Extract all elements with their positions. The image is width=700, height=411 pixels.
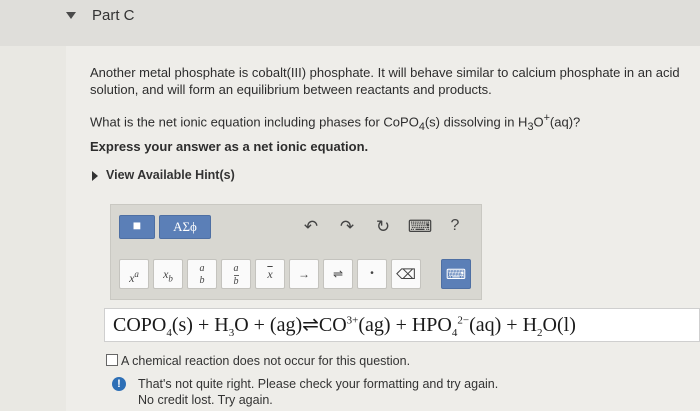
- part-header[interactable]: Part C: [0, 0, 700, 46]
- question-intro: Another metal phosphate is cobalt(III) p…: [90, 65, 680, 97]
- equation-toolbar: ■ ΑΣϕ ↶ ↷ ↻ ⌨ ? xa xb ab ab x → ⇌ • ⌫ ⌨: [110, 204, 482, 300]
- redo-icon[interactable]: ↷: [337, 217, 357, 237]
- expand-arrow-icon: [92, 170, 98, 181]
- no-reaction-checkbox[interactable]: A chemical reaction does not occur for t…: [106, 354, 410, 368]
- equilibrium-arrow-button[interactable]: ⇌: [323, 259, 353, 289]
- delete-button[interactable]: ⌫: [391, 259, 421, 289]
- question-panel: Another metal phosphate is cobalt(III) p…: [66, 46, 700, 411]
- feedback-message: ! That's not quite right. Please check y…: [112, 376, 498, 408]
- fraction-button[interactable]: ab: [187, 259, 217, 289]
- part-title: Part C: [92, 7, 135, 24]
- fraction-box-button[interactable]: ab: [221, 259, 251, 289]
- answer-input[interactable]: COPO4(s) + H3O + (ag)⇌CO3+(ag) + HPO42−(…: [104, 308, 700, 342]
- feedback-line1: That's not quite right. Please check you…: [138, 377, 499, 391]
- alert-icon: !: [112, 377, 126, 391]
- dot-button[interactable]: •: [357, 259, 387, 289]
- reset-icon[interactable]: ↻: [373, 217, 393, 237]
- undo-icon[interactable]: ↶: [301, 217, 321, 237]
- templates-button[interactable]: ■: [119, 215, 155, 239]
- keyboard-toggle-button[interactable]: ⌨: [441, 259, 471, 289]
- no-reaction-label: A chemical reaction does not occur for t…: [121, 354, 411, 368]
- reaction-arrow-button[interactable]: →: [289, 259, 319, 289]
- question-prompt: What is the net ionic equation including…: [90, 112, 581, 133]
- collapse-triangle-icon[interactable]: [66, 12, 76, 19]
- subscript-button[interactable]: xb: [153, 259, 183, 289]
- keyboard-shortcuts-icon[interactable]: ⌨: [407, 217, 433, 237]
- overline-button[interactable]: x: [255, 259, 285, 289]
- help-icon[interactable]: ?: [445, 217, 465, 235]
- feedback-line2: No credit lost. Try again.: [138, 393, 273, 407]
- symbols-button[interactable]: ΑΣϕ: [159, 215, 211, 239]
- superscript-button[interactable]: xa: [119, 259, 149, 289]
- view-hints-link[interactable]: View Available Hint(s): [92, 168, 235, 182]
- checkbox-box[interactable]: [106, 354, 118, 366]
- instruction-text: Express your answer as a net ionic equat…: [90, 139, 369, 154]
